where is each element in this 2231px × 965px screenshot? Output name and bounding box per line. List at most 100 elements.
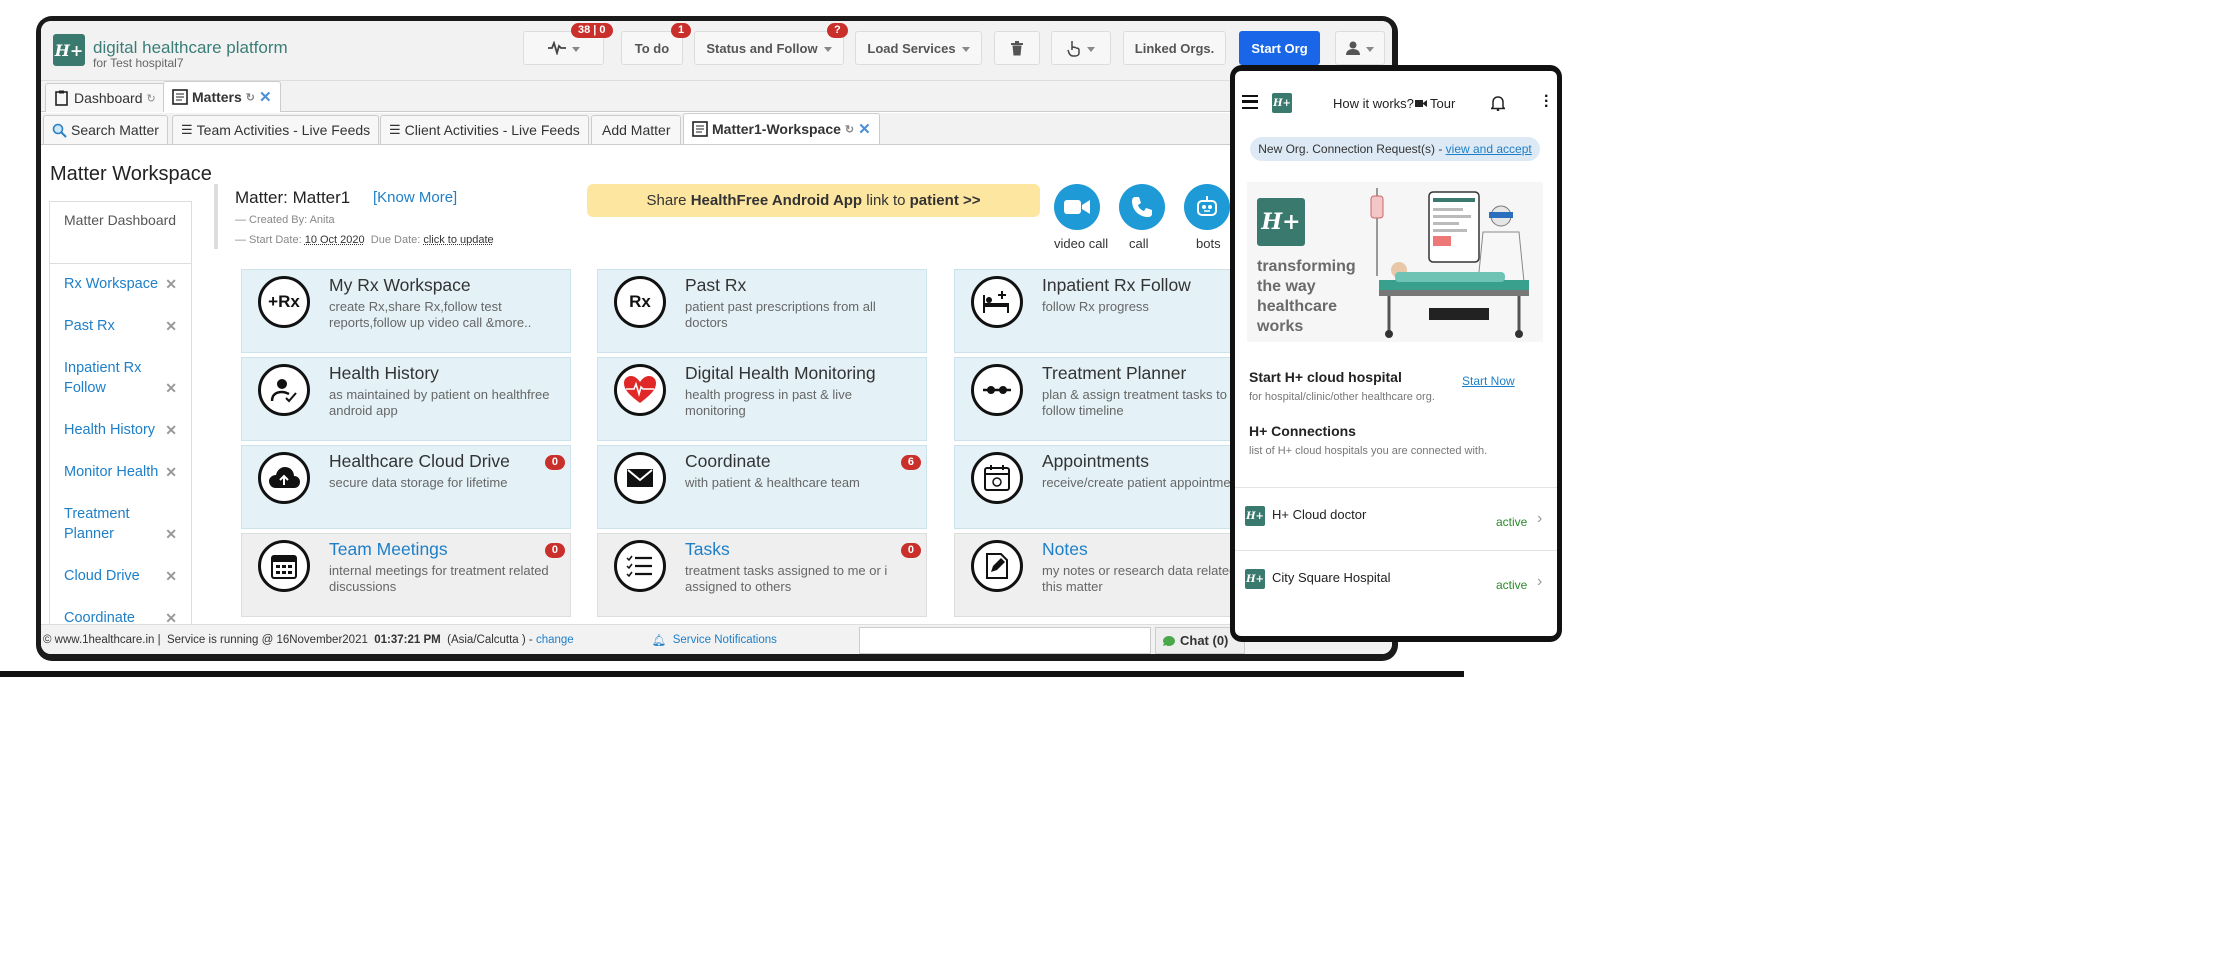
change-timezone-link[interactable]: change [536,634,574,646]
card-my-rx-workspace[interactable]: +Rx My Rx Workspace create Rx,share Rx,f… [241,269,571,353]
sidebar-item-inpatient-rx-follow[interactable]: Inpatient Rx Follow ✕ [50,358,191,398]
created-by: — Created By: Anita [235,214,335,226]
hamburger-icon[interactable] [1242,95,1258,109]
card-tasks[interactable]: Tasks treatment tasks assigned to me or … [597,533,927,617]
trash-button[interactable] [994,31,1040,65]
connection-row[interactable]: H+ H+ Cloud doctor active › [1235,487,1557,549]
search-icon [52,123,67,138]
share-app-banner[interactable]: Share HealthFree Android App link to pat… [587,184,1040,217]
start-now-link[interactable]: Start Now [1462,374,1515,388]
card-title[interactable]: Notes [1042,539,1088,560]
service-notifications-link[interactable]: Service Notifications [673,634,777,646]
brand-subtitle: for Test hospital7 [93,56,184,70]
view-accept-link[interactable]: view and accept [1446,142,1532,156]
refresh-icon[interactable]: ↻ [147,92,156,105]
count-badge: 0 [544,543,565,558]
card-title[interactable]: Team Meetings [329,539,448,560]
close-icon[interactable]: ✕ [165,524,177,544]
matter-title: Matter: Matter1 [235,188,351,207]
notice-text: New Org. Connection Request(s) - [1258,142,1443,156]
call-button[interactable] [1119,184,1165,230]
sidebar-item-matter-dashboard[interactable]: Matter Dashboard [50,202,191,264]
task-list-icon [614,540,666,592]
card-past-rx[interactable]: Rx Past Rx patient past prescriptions fr… [597,269,927,353]
gesture-button[interactable] [1051,31,1111,65]
tab-team-activities[interactable]: ☰ Team Activities - Live Feeds [172,115,380,144]
card-coordinate[interactable]: Coordinate with patient & healthcare tea… [597,445,927,529]
tab-add-matter[interactable]: Add Matter [591,115,682,144]
close-icon[interactable]: ✕ [165,274,177,294]
due-date-value[interactable]: click to update [423,234,493,246]
more-vertical-icon[interactable]: · · · [1544,89,1549,115]
know-more-link[interactable]: [Know More] [373,189,457,206]
sidebar-item-treatment-planner[interactable]: Treatment Planner ✕ [50,504,191,544]
connection-row[interactable]: H+ City Square Hospital active › [1235,550,1557,612]
heart-pulse-icon [614,364,666,416]
tab-matters[interactable]: Matters ↻ ✕ [163,81,281,112]
close-icon[interactable]: ✕ [858,120,871,138]
matter-tabs: Search Matter ☰ Team Activities - Live F… [41,113,1392,145]
chat-label: Chat (0) [1180,633,1229,648]
sidebar-item-cloud-drive[interactable]: Cloud Drive ✕ [50,566,191,586]
sidebar-item-past-rx[interactable]: Past Rx ✕ [50,316,191,336]
tab-label: Dashboard [74,90,143,106]
phone-app-logo[interactable]: H+ [1272,93,1292,113]
start-date-value[interactable]: 10 Oct 2020 [305,234,365,246]
close-icon[interactable]: ✕ [165,378,177,398]
sidebar-item-label: Past Rx [64,318,115,334]
linked-orgs-button[interactable]: Linked Orgs. [1123,31,1226,65]
card-team-meetings[interactable]: Team Meetings internal meetings for trea… [241,533,571,617]
promo-text: transforming the way healthcare works [1257,258,1356,335]
desktop-screen: H+ digital healthcare platform for Test … [41,21,1392,654]
close-icon[interactable]: ✕ [165,420,177,440]
tour-label: Tour [1430,96,1456,111]
tab-dashboard[interactable]: Dashboard ↻ [45,83,165,112]
chat-bubble-icon [1163,635,1175,646]
bots-button[interactable] [1184,184,1230,230]
card-title[interactable]: Tasks [685,539,730,560]
close-icon[interactable]: ✕ [165,566,177,586]
sidebar: Matter Dashboard Rx Workspace ✕ Past Rx ✕ … [49,201,192,641]
refresh-icon[interactable]: ↻ [246,91,255,104]
patient-history-icon [258,364,310,416]
tab-matter1-workspace[interactable]: Matter1-Workspace ↻ ✕ [683,113,880,144]
site-link[interactable]: © www.1healthcare.in | [43,634,161,646]
app-logo[interactable]: H+ [53,34,85,66]
sidebar-item-health-history[interactable]: Health History ✕ [50,420,191,440]
card-healthcare-cloud-drive[interactable]: Healthcare Cloud Drive secure data stora… [241,445,571,529]
load-services-button[interactable]: Load Services [855,31,982,65]
status-follow-button[interactable]: Status and Follow [694,31,844,65]
phone-icon [1132,197,1152,217]
card-description: secure data storage for lifetime [329,475,508,490]
video-call-button[interactable] [1054,184,1100,230]
how-it-works-link[interactable]: How it works? [1333,96,1414,111]
share-target: patient >> [909,192,981,209]
connections-title: H+ Connections [1249,423,1356,439]
card-digital-health-monitoring[interactable]: Digital Health Monitoring health progres… [597,357,927,441]
close-icon[interactable]: ✕ [165,316,177,336]
bell-icon[interactable] [1491,95,1505,111]
trash-icon [1011,40,1023,55]
close-icon[interactable]: ✕ [165,462,177,482]
tab-label: Matter1-Workspace [712,121,841,137]
chat-input-area[interactable] [859,627,1151,654]
tab-client-activities[interactable]: ☰ Client Activities - Live Feeds [380,115,589,144]
card-health-history[interactable]: Health History as maintained by patient … [241,357,571,441]
share-text: Share [646,192,687,209]
tour-button[interactable]: Tour [1415,96,1455,111]
start-date-label: — Start Date: [235,234,302,246]
refresh-icon[interactable]: ↻ [845,123,854,136]
cloud-hospital-desc: for hospital/clinic/other healthcare org… [1249,391,1435,403]
workspace-title: Matter Workspace [50,163,212,185]
user-menu-button[interactable] [1335,31,1385,65]
start-org-button[interactable]: Start Org [1239,31,1320,65]
timeline-icon [971,364,1023,416]
sidebar-item-rx-workspace[interactable]: Rx Workspace ✕ [50,274,191,294]
card-title: Coordinate [685,451,771,471]
sidebar-item-monitor-health[interactable]: Monitor Health ✕ [50,462,191,482]
promo-logo: H+ [1257,198,1305,246]
top-bar: H+ digital healthcare platform for Test … [41,21,1392,81]
tab-search-matter[interactable]: Search Matter [43,115,168,144]
sidebar-item-label: Rx Workspace [64,276,159,292]
close-icon[interactable]: ✕ [259,88,272,106]
